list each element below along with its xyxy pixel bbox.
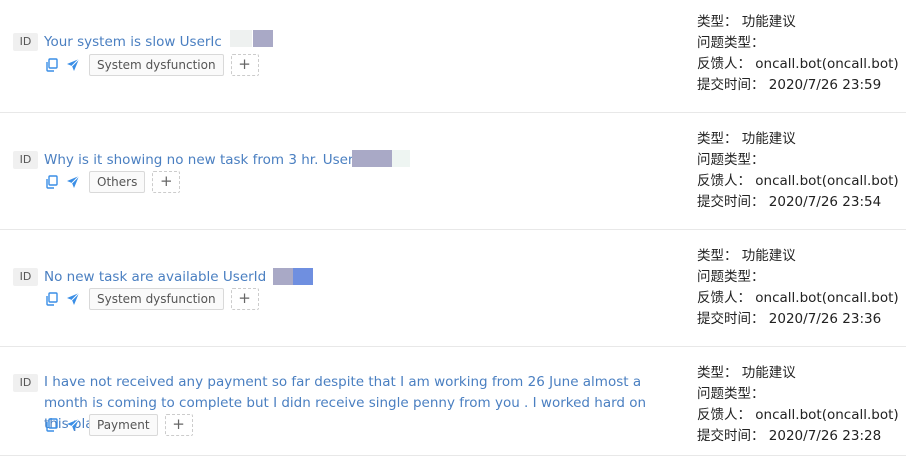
- add-tag-button[interactable]: +: [152, 171, 181, 193]
- send-icon[interactable]: [65, 174, 81, 190]
- redacted-user-id: [230, 30, 252, 47]
- meta-submit-time: 提交时间： 2020/7/26 23:54: [697, 194, 882, 210]
- ticket-row: ID Why is it showing no new task from 3 …: [0, 113, 906, 230]
- ticket-row: ID Your system is slow UserIc System dys…: [0, 0, 906, 113]
- meta-reporter: 反馈人： oncall.bot(oncall.bot): [697, 290, 899, 306]
- copy-icon[interactable]: [44, 291, 60, 307]
- add-tag-button[interactable]: +: [230, 288, 259, 310]
- ticket-actions: Others +: [44, 171, 181, 193]
- ticket-title-link[interactable]: Why is it showing no new task from 3 hr.…: [44, 152, 366, 168]
- add-tag-button[interactable]: +: [230, 54, 259, 76]
- meta-submit-time: 提交时间： 2020/7/26 23:59: [697, 77, 882, 93]
- meta-type: 类型： 功能建议: [697, 14, 796, 30]
- ticket-row: ID I have not received any payment so fa…: [0, 347, 906, 456]
- meta-reporter: 反馈人： oncall.bot(oncall.bot): [697, 56, 899, 72]
- send-icon[interactable]: [65, 417, 81, 433]
- copy-icon[interactable]: [44, 174, 60, 190]
- meta-submit-time: 提交时间： 2020/7/26 23:28: [697, 428, 882, 444]
- copy-icon[interactable]: [44, 57, 60, 73]
- copy-icon[interactable]: [44, 417, 60, 433]
- ticket-title-link[interactable]: Your system is slow UserIc: [44, 34, 222, 50]
- category-tag[interactable]: Payment: [89, 414, 158, 436]
- redacted-user-id: [352, 150, 392, 167]
- meta-type: 类型： 功能建议: [697, 248, 796, 264]
- ticket-meta: 类型： 功能建议 问题类型： 反馈人： oncall.bot(oncall.bo…: [697, 246, 899, 330]
- meta-issue-type: 问题类型：: [697, 152, 765, 168]
- send-icon[interactable]: [65, 57, 81, 73]
- ticket-meta: 类型： 功能建议 问题类型： 反馈人： oncall.bot(oncall.bo…: [697, 12, 899, 96]
- ticket-row: ID No new task are available UserId Syst…: [0, 230, 906, 347]
- redacted-user-id: [273, 268, 293, 285]
- meta-reporter: 反馈人： oncall.bot(oncall.bot): [697, 173, 899, 189]
- ticket-title-link[interactable]: No new task are available UserId: [44, 269, 266, 285]
- id-badge: ID: [13, 33, 38, 51]
- meta-issue-type: 问题类型：: [697, 269, 765, 285]
- id-badge: ID: [13, 268, 38, 286]
- category-tag[interactable]: Others: [89, 171, 146, 193]
- id-badge: ID: [13, 374, 38, 392]
- category-tag[interactable]: System dysfunction: [89, 54, 224, 76]
- ticket-actions: System dysfunction +: [44, 54, 259, 76]
- meta-type: 类型： 功能建议: [697, 365, 796, 381]
- meta-reporter: 反馈人： oncall.bot(oncall.bot): [697, 407, 899, 423]
- ticket-actions: System dysfunction +: [44, 288, 259, 310]
- category-tag[interactable]: System dysfunction: [89, 288, 224, 310]
- ticket-meta: 类型： 功能建议 问题类型： 反馈人： oncall.bot(oncall.bo…: [697, 129, 899, 213]
- ticket-actions: Payment +: [44, 414, 193, 436]
- meta-type: 类型： 功能建议: [697, 131, 796, 147]
- redacted-user-id: [293, 268, 313, 285]
- ticket-meta: 类型： 功能建议 问题类型： 反馈人： oncall.bot(oncall.bo…: [697, 363, 899, 447]
- redacted-user-id: [253, 30, 273, 47]
- add-tag-button[interactable]: +: [164, 414, 193, 436]
- meta-submit-time: 提交时间： 2020/7/26 23:36: [697, 311, 882, 327]
- meta-issue-type: 问题类型：: [697, 386, 765, 402]
- send-icon[interactable]: [65, 291, 81, 307]
- id-badge: ID: [13, 151, 38, 169]
- redacted-user-id: [392, 150, 410, 167]
- meta-issue-type: 问题类型：: [697, 35, 765, 51]
